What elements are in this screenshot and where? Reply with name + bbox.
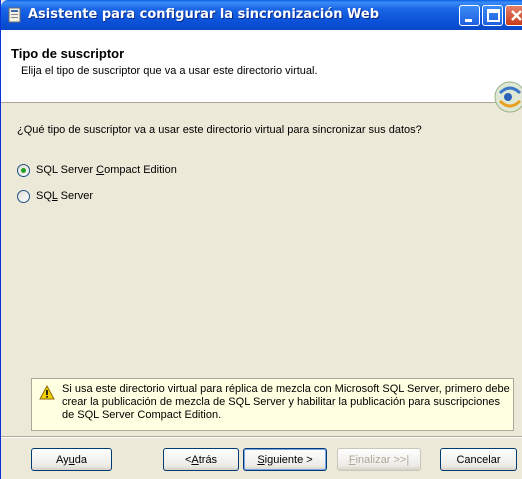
btn-accel: S [257,453,265,466]
label-accelerator: C [96,164,105,176]
page-title: Tipo de suscriptor [11,46,125,61]
option-sql-compact-label: SQL Server Compact Edition [36,164,177,176]
minimize-button[interactable] [459,5,480,26]
warning-box: Si usa este directorio virtual para répl… [31,378,514,431]
minimize-icon [465,19,472,22]
warning-icon [39,384,55,400]
option-sql-server-label: SQL Server [36,190,93,202]
option-sql-compact[interactable]: SQL Server Compact Edition [17,162,177,178]
btn-text: Ay [55,453,69,466]
finish-button[interactable]: Finalizar >>| [337,448,421,471]
help-button[interactable]: Ay u da [31,448,112,471]
radio-sql-server[interactable] [17,189,30,203]
label-part: Server [57,190,94,202]
warning-text: Si usa este directorio virtual para répl… [62,383,510,421]
label-part: SQL Server [36,164,97,176]
close-icon [511,10,522,21]
close-button[interactable] [505,5,522,26]
radio-sql-compact[interactable] [17,163,30,177]
window-title: Asistente para configurar la sincronizac… [28,7,380,22]
btn-text: inalizar >>| [355,453,410,466]
cancel-button[interactable]: Cancelar [440,448,517,471]
btn-text: trás [198,453,218,466]
back-button[interactable]: < Atrás [163,448,239,471]
maximize-button[interactable] [482,5,503,26]
subscriber-question: ¿Qué tipo de suscriptor va a usar este d… [17,124,422,136]
btn-text: iguiente > [264,453,313,466]
wizard-header: Tipo de suscriptor Elija el tipo de susc… [1,30,522,113]
title-bar[interactable]: Asistente para configurar la sincronizac… [1,0,522,30]
button-divider [1,436,522,438]
wizard-window: Asistente para configurar la sincronizac… [0,0,522,479]
label-part: ompact Edition [104,164,177,176]
wizard-app-icon [7,7,23,23]
btn-accel: F [348,453,356,466]
wizard-body: ¿Qué tipo de suscriptor va a usar este d… [1,104,522,434]
maximize-icon [487,9,500,22]
option-sql-server[interactable]: SQL Server [17,188,93,204]
btn-accel: A [191,453,199,466]
label-part: SQ [36,190,52,202]
next-button[interactable]: Siguiente > [243,448,327,471]
page-subtitle: Elija el tipo de suscriptor que va a usa… [21,65,318,77]
btn-text: da [74,453,87,466]
